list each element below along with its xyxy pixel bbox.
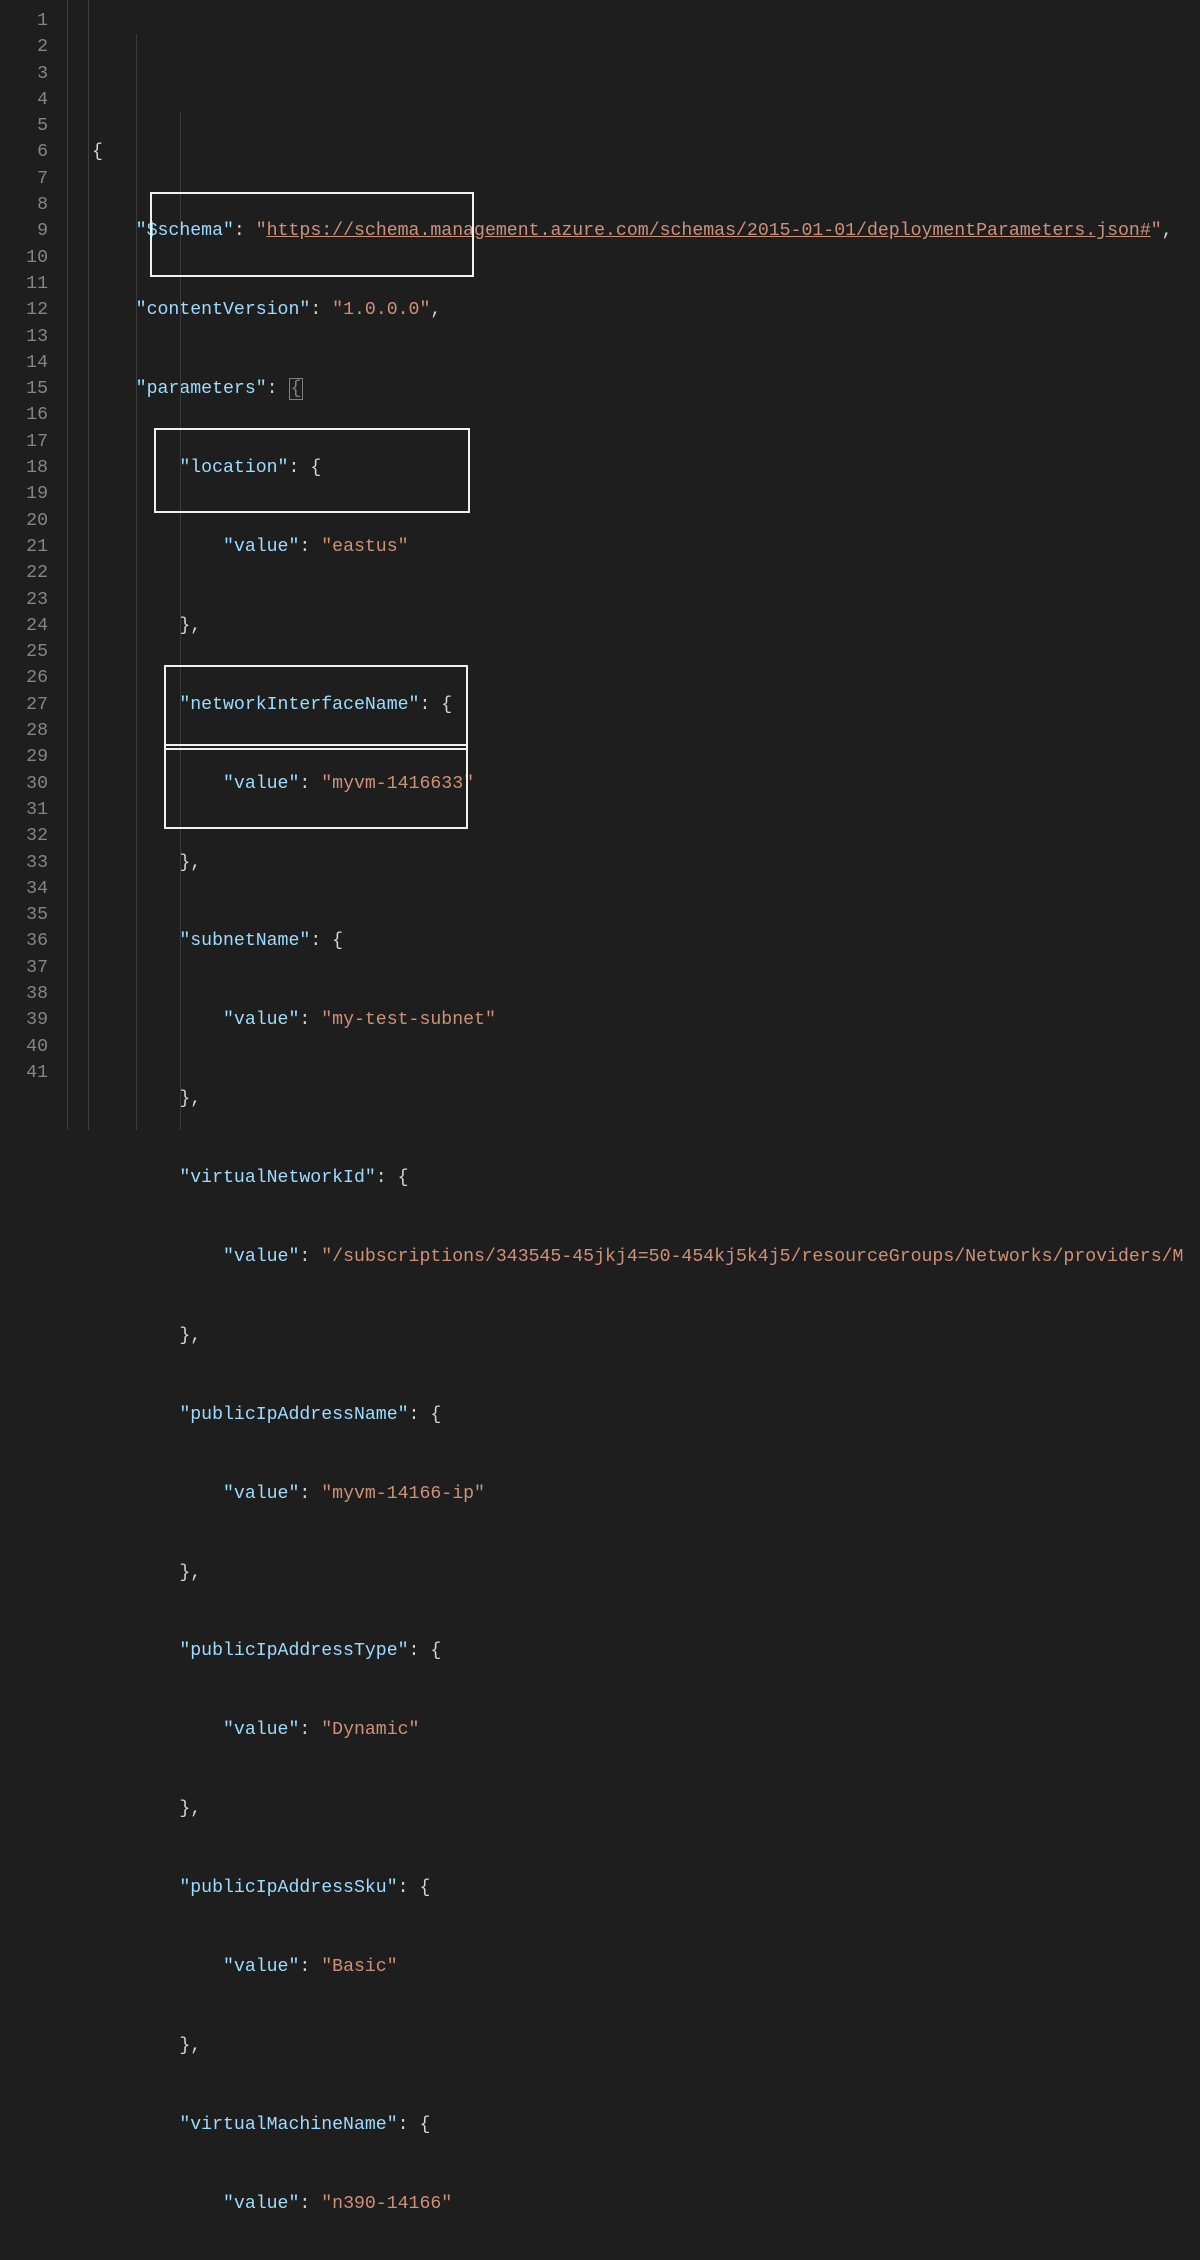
- code-line[interactable]: "value": "/subscriptions/343545-45jkj4=5…: [92, 1244, 1200, 1270]
- line-number: 40: [0, 1034, 48, 1060]
- line-number: 25: [0, 639, 48, 665]
- line-number: 34: [0, 876, 48, 902]
- code-content[interactable]: { "$schema": "https://schema.management.…: [92, 0, 1200, 1130]
- line-number: 33: [0, 850, 48, 876]
- line-number: 22: [0, 560, 48, 586]
- code-line[interactable]: },: [92, 1560, 1200, 1586]
- code-line[interactable]: "publicIpAddressSku": {: [92, 1875, 1200, 1901]
- code-line[interactable]: },: [92, 1086, 1200, 1112]
- line-number: 20: [0, 508, 48, 534]
- line-number: 5: [0, 113, 48, 139]
- line-number: 6: [0, 139, 48, 165]
- code-line[interactable]: "value": "myvm-14166-ip": [92, 1481, 1200, 1507]
- code-line[interactable]: "value": "my-test-subnet": [92, 1007, 1200, 1033]
- line-number: 2: [0, 34, 48, 60]
- line-number: 27: [0, 692, 48, 718]
- line-number: 36: [0, 928, 48, 954]
- line-number: 30: [0, 771, 48, 797]
- line-number: 1: [0, 8, 48, 34]
- line-number: 19: [0, 481, 48, 507]
- line-number: 32: [0, 823, 48, 849]
- code-line[interactable]: },: [92, 1796, 1200, 1822]
- line-number: 21: [0, 534, 48, 560]
- code-line[interactable]: "value": "myvm-1416633": [92, 771, 1200, 797]
- code-line[interactable]: "subnetName": {: [92, 928, 1200, 954]
- code-editor[interactable]: 1 2 3 4 5 6 7 8 9 10 11 12 13 14 15 16 1…: [0, 0, 1200, 1130]
- code-line[interactable]: "virtualNetworkId": {: [92, 1165, 1200, 1191]
- line-number: 41: [0, 1060, 48, 1086]
- bracket-cursor: {: [289, 378, 304, 400]
- code-line[interactable]: "value": "Dynamic": [92, 1717, 1200, 1743]
- code-line[interactable]: "$schema": "https://schema.management.az…: [92, 218, 1200, 244]
- code-line[interactable]: "value": "eastus": [92, 534, 1200, 560]
- line-number: 38: [0, 981, 48, 1007]
- line-number: 10: [0, 245, 48, 271]
- code-line[interactable]: "location": {: [92, 455, 1200, 481]
- code-line[interactable]: "parameters": {: [92, 376, 1200, 402]
- code-line[interactable]: },: [92, 1323, 1200, 1349]
- code-line[interactable]: },: [92, 850, 1200, 876]
- code-line[interactable]: "publicIpAddressName": {: [92, 1402, 1200, 1428]
- line-number: 14: [0, 350, 48, 376]
- code-line[interactable]: "networkInterfaceName": {: [92, 692, 1200, 718]
- line-number: 11: [0, 271, 48, 297]
- line-number: 7: [0, 166, 48, 192]
- line-number: 24: [0, 613, 48, 639]
- code-line[interactable]: "contentVersion": "1.0.0.0",: [92, 297, 1200, 323]
- code-line[interactable]: "publicIpAddressType": {: [92, 1638, 1200, 1664]
- line-number: 8: [0, 192, 48, 218]
- line-number: 35: [0, 902, 48, 928]
- line-number: 23: [0, 587, 48, 613]
- code-line[interactable]: },: [92, 2033, 1200, 2059]
- line-number: 18: [0, 455, 48, 481]
- line-number: 3: [0, 61, 48, 87]
- line-number: 9: [0, 218, 48, 244]
- code-line[interactable]: "value": "n390-14166": [92, 2191, 1200, 2217]
- line-number: 12: [0, 297, 48, 323]
- line-number: 26: [0, 665, 48, 691]
- line-number: 37: [0, 955, 48, 981]
- fold-ruler: [66, 0, 92, 1130]
- code-line[interactable]: {: [92, 139, 1200, 165]
- code-line[interactable]: },: [92, 613, 1200, 639]
- line-number-gutter: 1 2 3 4 5 6 7 8 9 10 11 12 13 14 15 16 1…: [0, 0, 66, 1130]
- line-number: 13: [0, 324, 48, 350]
- line-number: 28: [0, 718, 48, 744]
- code-line[interactable]: "virtualMachineName": {: [92, 2112, 1200, 2138]
- line-number: 17: [0, 429, 48, 455]
- line-number: 31: [0, 797, 48, 823]
- line-number: 16: [0, 402, 48, 428]
- code-line[interactable]: "value": "Basic": [92, 1954, 1200, 1980]
- line-number: 39: [0, 1007, 48, 1033]
- line-number: 29: [0, 744, 48, 770]
- line-number: 15: [0, 376, 48, 402]
- line-number: 4: [0, 87, 48, 113]
